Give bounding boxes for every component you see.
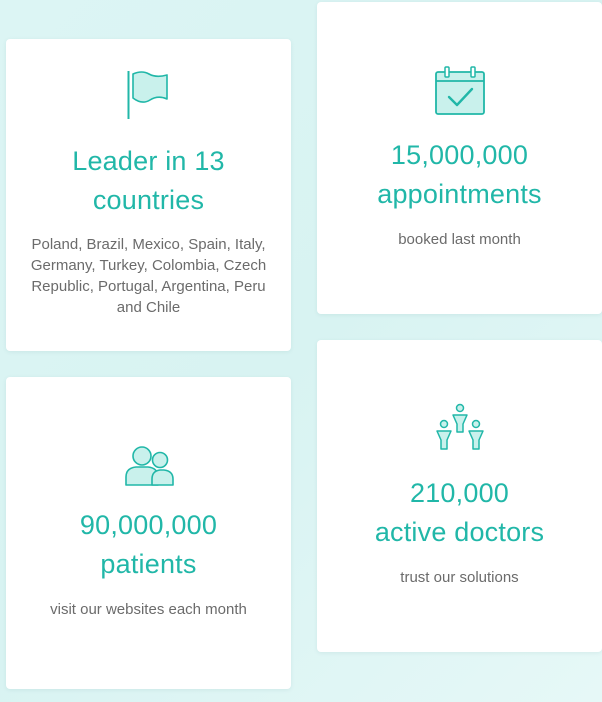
- stat-headline-line2: appointments: [377, 179, 542, 209]
- doctors-network-icon: [435, 403, 484, 450]
- stat-headline-line2: patients: [100, 549, 197, 579]
- stat-card-appointments: 15,000,000 appointments booked last mont…: [317, 2, 602, 314]
- calendar-check-icon: [434, 66, 485, 115]
- stat-headline-line1: 90,000,000: [79, 510, 218, 540]
- stat-headline-line1: Leader in 13: [72, 146, 225, 176]
- stat-headline: 90,000,000 patients: [6, 506, 291, 584]
- stat-description: Poland, Brazil, Mexico, Spain, Italy, Ge…: [30, 236, 267, 316]
- stat-card-doctors: 210,000 active doctors trust our solutio…: [317, 340, 602, 652]
- stat-description: trust our solutions: [400, 569, 519, 586]
- stat-headline: 15,000,000 appointments: [317, 136, 602, 214]
- patients-icon: [124, 446, 174, 486]
- stat-card-patients: 90,000,000 patients visit our websites e…: [6, 377, 291, 689]
- stat-headline-line2: countries: [92, 185, 205, 215]
- stat-description: booked last month: [398, 231, 521, 248]
- stat-headline: Leader in 13 countries: [6, 142, 291, 220]
- flag-icon: [127, 71, 168, 119]
- stat-headline-line1: 210,000: [410, 478, 509, 508]
- stat-card-countries: Leader in 13 countries Poland, Brazil, M…: [6, 39, 291, 351]
- stat-headline-line1: 15,000,000: [390, 140, 529, 170]
- stat-headline: 210,000 active doctors: [317, 474, 602, 552]
- stat-headline-line2: active doctors: [374, 517, 545, 547]
- stat-description: visit our websites each month: [50, 601, 247, 618]
